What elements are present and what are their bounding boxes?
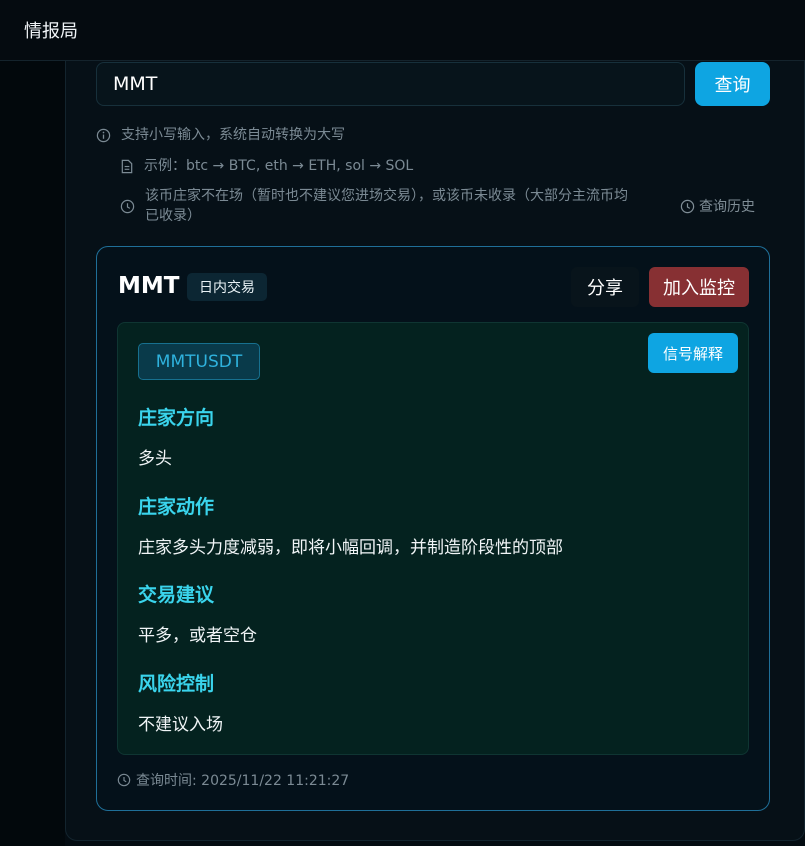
section-value-advice: 平多，或者空仓 — [138, 626, 257, 646]
query-time-text: 查询时间: 2025/11/22 11:21:27 — [136, 773, 350, 789]
hint-notice-line-2: 已收录） — [145, 208, 201, 224]
section-value-risk: 不建议入场 — [138, 715, 223, 735]
section-value-direction: 多头 — [138, 449, 172, 469]
clock-icon — [120, 199, 135, 214]
section-title-action: 庄家动作 — [138, 496, 215, 518]
document-icon — [121, 159, 133, 174]
left-rail — [0, 61, 65, 846]
app-title: 情报局 — [24, 21, 78, 42]
signal-explain-button[interactable]: 信号解释 — [648, 333, 738, 373]
hint-example: 示例：btc → BTC, eth → ETH, sol → SOL — [120, 156, 413, 176]
pair-tag: MMTUSDT — [138, 343, 260, 380]
add-monitor-button[interactable]: 加入监控 — [649, 267, 749, 307]
query-timestamp: 查询时间: 2025/11/22 11:21:27 — [117, 770, 349, 790]
hint-uppercase: 支持小写输入，系统自动转换为大写 — [96, 125, 345, 145]
hint-notice-text: 该币庄家不在场（暂时也不建议您进场交易），或该币未收录（大部分主流币均 已收录） — [145, 186, 628, 226]
section-title-risk: 风险控制 — [138, 673, 215, 695]
clock-icon — [117, 773, 131, 787]
history-label: 查询历史 — [699, 199, 755, 215]
section-value-action: 庄家多头力度减弱，即将小幅回调，并制造阶段性的顶部 — [138, 538, 563, 558]
mode-tag: 日内交易 — [187, 273, 267, 301]
clock-icon — [680, 199, 695, 213]
result-symbol: MMT — [118, 273, 180, 299]
hint-uppercase-text: 支持小写输入，系统自动转换为大写 — [121, 127, 345, 143]
top-bar: 情报局 — [0, 0, 805, 61]
hint-notice: 该币庄家不在场（暂时也不建议您进场交易），或该币未收录（大部分主流币均 已收录） — [120, 186, 675, 226]
search-input[interactable] — [96, 62, 685, 106]
hint-example-text: 示例：btc → BTC, eth → ETH, sol → SOL — [144, 158, 414, 174]
query-button[interactable]: 查询 — [695, 62, 770, 106]
history-link[interactable]: 查询历史 — [680, 196, 755, 216]
share-button[interactable]: 分享 — [571, 267, 639, 307]
section-title-advice: 交易建议 — [138, 584, 215, 606]
section-title-direction: 庄家方向 — [138, 407, 215, 429]
info-icon — [96, 128, 111, 143]
hint-notice-line-1: 该币庄家不在场（暂时也不建议您进场交易），或该币未收录（大部分主流币均 — [145, 188, 628, 204]
